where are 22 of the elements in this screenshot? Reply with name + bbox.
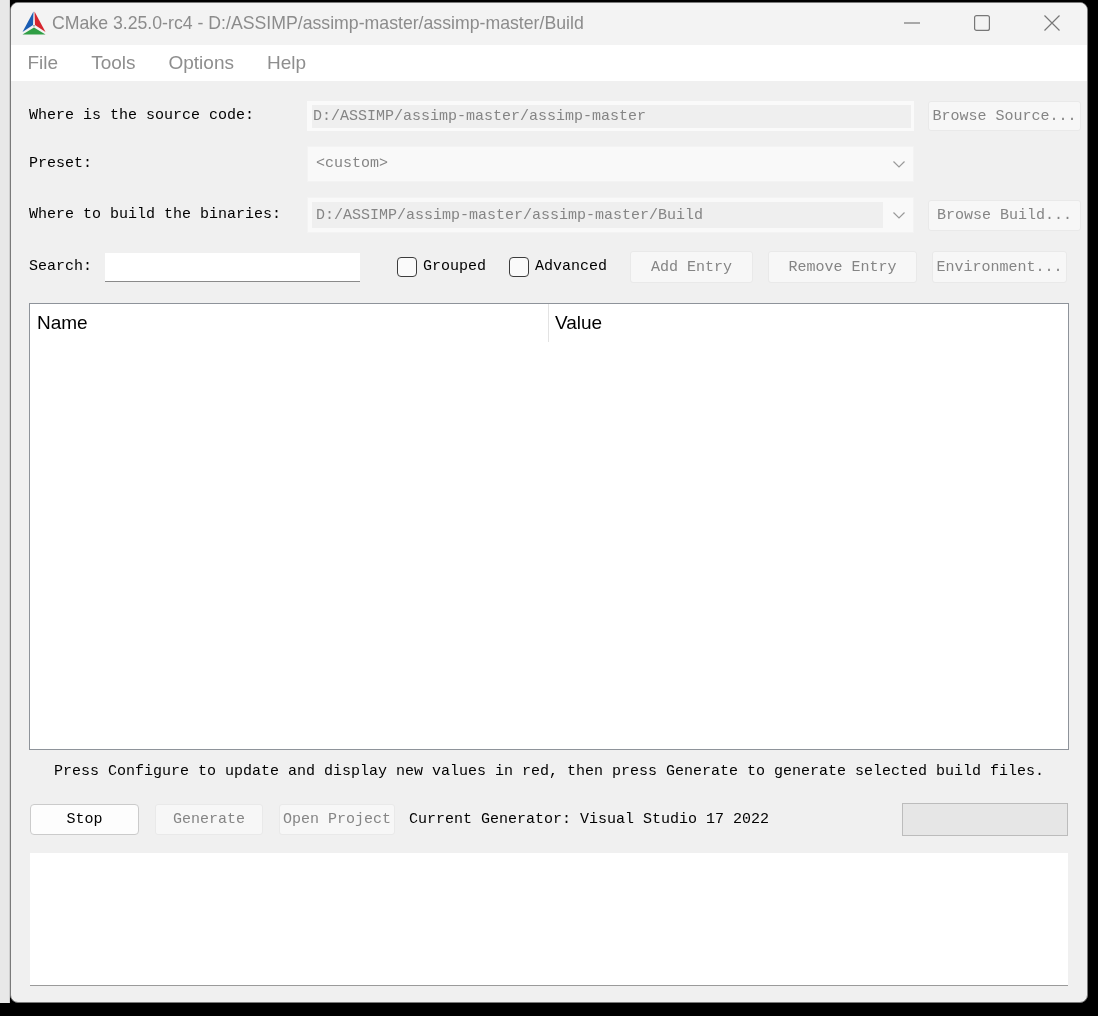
checkbox-label[interactable]: Grouped: [423, 257, 487, 277]
menu-item[interactable]: Options: [152, 51, 251, 75]
search-field[interactable]: [105, 252, 360, 282]
menu-item[interactable]: Tools: [74, 51, 152, 75]
menu-item[interactable]: Help: [250, 51, 323, 75]
maximize-icon[interactable]: [974, 15, 990, 31]
triangle-logo-icon: [22, 11, 46, 35]
close-icon[interactable]: [1044, 15, 1060, 31]
status-message: Press Configure to update and display new values in red, then press Generate to generate selected build files.: [52, 762, 1046, 782]
checkbox[interactable]: [509, 257, 530, 277]
column-header[interactable]: Value: [549, 304, 1068, 342]
checkbox-label[interactable]: Advanced: [535, 257, 608, 277]
field-label: Preset:: [29, 154, 93, 174]
menu-item[interactable]: File: [11, 51, 75, 75]
field-label: Where to build the binaries:: [29, 205, 283, 225]
checkbox[interactable]: [397, 257, 417, 277]
column-header[interactable]: Name: [30, 304, 549, 342]
window-title: CMake 3.25.0-rc4 - D:/ASSIMP/assimp-master/assimp-master/Build: [52, 12, 584, 34]
search-label: Search:: [29, 257, 92, 277]
push-button[interactable]: Stop: [30, 804, 139, 835]
generator-label: Current Generator: Visual Studio 17 2022: [409, 809, 770, 830]
field-label: Where is the source code:: [29, 106, 256, 126]
